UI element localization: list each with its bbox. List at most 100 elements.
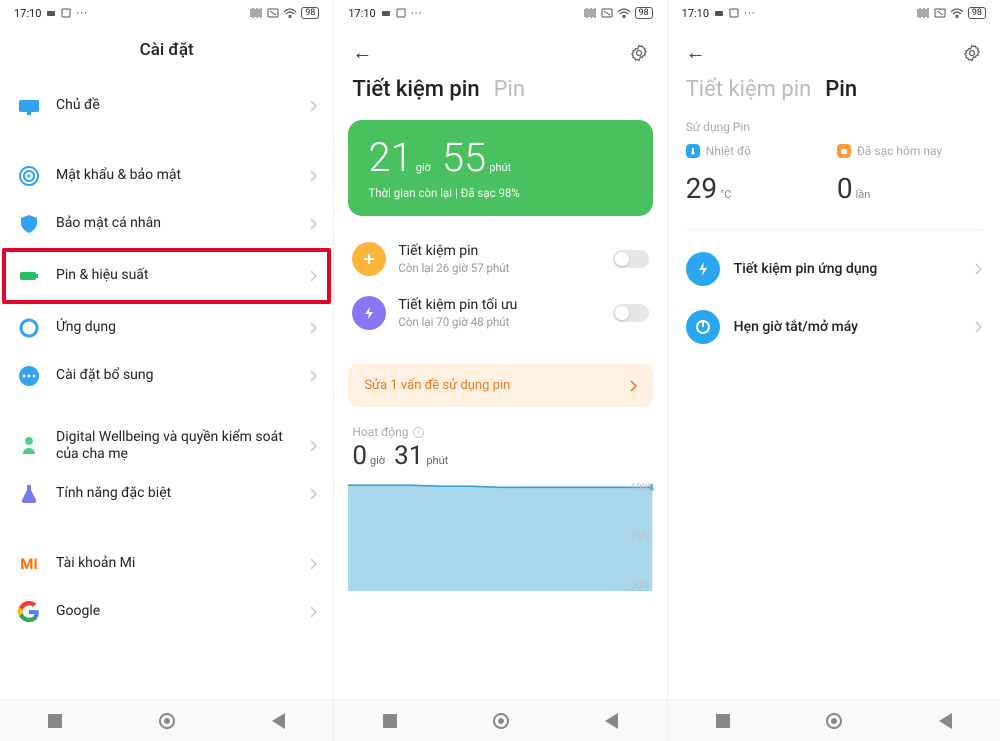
chevron-right-icon: [310, 270, 317, 282]
fingerprint-icon: [17, 164, 41, 188]
status-more-icon: ···: [411, 7, 423, 20]
activity-hours-unit: giờ: [370, 454, 385, 467]
settings-item-additional[interactable]: Cài đặt bổ sung: [6, 352, 327, 400]
settings-gear-icon[interactable]: [962, 43, 982, 63]
stat-unit: °C: [720, 188, 731, 201]
page-title: Cài đặt: [0, 26, 333, 82]
wifi-icon: [283, 8, 297, 18]
tab-battery[interactable]: Pin: [825, 77, 857, 102]
chevron-right-icon: [630, 380, 637, 392]
status-icon: [729, 8, 739, 18]
nav-recent-button[interactable]: [383, 714, 397, 728]
toggle-switch[interactable]: [613, 304, 649, 322]
settings-item-label: Cài đặt bổ sung: [56, 367, 296, 385]
settings-item-apps[interactable]: Ứng dụng: [6, 304, 327, 352]
chevron-right-icon: [310, 606, 317, 618]
flask-icon: [17, 482, 41, 506]
calendar-icon: [840, 147, 848, 155]
wifi-icon: [950, 8, 964, 18]
fix-banner-text: Sửa 1 vấn đề sử dụng pin: [364, 378, 510, 393]
plus-icon: [361, 251, 377, 267]
option-subtitle: Còn lại 26 giờ 57 phút: [398, 261, 509, 275]
status-bar: 17:10 ··· 98: [668, 0, 1000, 26]
battery-pct: 98: [968, 7, 986, 19]
tab-battery-saver[interactable]: Tiết kiệm pin: [686, 77, 812, 102]
settings-item-wellbeing[interactable]: Digital Wellbeing và quyền kiểm soát của…: [6, 422, 327, 470]
activity-label: Hoạt động: [352, 425, 408, 439]
nav-back-button[interactable]: [272, 713, 285, 729]
chevron-right-icon: [310, 322, 317, 334]
settings-item-google[interactable]: Google: [6, 588, 327, 636]
app-battery-saver-row[interactable]: Tiết kiệm pin ứng dụng: [668, 240, 1000, 298]
chevron-right-icon: [310, 488, 317, 500]
nav-home-button[interactable]: [826, 713, 842, 729]
gear-icon: [17, 316, 41, 340]
nav-bar: [0, 699, 333, 741]
wellbeing-icon: [17, 434, 41, 458]
chart-tick: 100%: [630, 483, 654, 494]
nav-home-button[interactable]: [493, 713, 509, 729]
status-bar: 17:10 ··· 98: [0, 0, 333, 26]
chevron-right-icon: [975, 321, 982, 333]
nav-back-button[interactable]: [605, 713, 618, 729]
stat-value: 29: [686, 172, 717, 205]
settings-item-label: Google: [56, 603, 296, 621]
settings-item-label: Tính năng đặc biệt: [56, 485, 296, 503]
option-title: Tiết kiệm pin: [398, 243, 509, 259]
stat-value: 0: [837, 172, 853, 205]
no-sim-icon: [267, 8, 279, 18]
status-time: 17:10: [14, 7, 41, 20]
activity-minutes: 31: [394, 441, 423, 471]
tab-battery-saver[interactable]: Tiết kiệm pin: [352, 77, 479, 102]
nav-recent-button[interactable]: [48, 714, 62, 728]
back-button[interactable]: ←: [352, 40, 372, 65]
settings-item-label: Bảo mật cá nhân: [56, 215, 296, 233]
chart-tick: 75%: [630, 532, 654, 543]
settings-gear-icon[interactable]: [629, 43, 649, 63]
chevron-right-icon: [310, 218, 317, 230]
minutes-unit: phút: [489, 161, 511, 174]
tab-row: Tiết kiệm pin Pin: [668, 71, 1000, 120]
stat-label: Đã sạc hôm nay: [857, 144, 942, 158]
settings-screen: 17:10 ··· 98 Cài đặt Chủ đề Mật khẩu & b…: [0, 0, 333, 741]
chevron-right-icon: [310, 558, 317, 570]
status-icon: [46, 8, 56, 18]
stat-charged-today: Đã sạc hôm nay 0 lần: [837, 144, 982, 205]
settings-item-mi-account[interactable]: MI Tài khoản Mi: [6, 540, 327, 588]
google-icon: [18, 601, 40, 623]
tab-battery[interactable]: Pin: [494, 77, 525, 102]
battery-pct: 98: [301, 7, 319, 19]
more-icon: [17, 364, 41, 388]
theme-icon: [17, 94, 41, 118]
back-button[interactable]: ←: [686, 40, 706, 65]
vibrate-icon: [916, 8, 930, 18]
status-icon: [61, 8, 71, 18]
settings-item-privacy[interactable]: Bảo mật cá nhân: [6, 200, 327, 248]
ultra-saver-toggle-row[interactable]: Tiết kiệm pin tối ưu Còn lại 70 giờ 48 p…: [334, 286, 666, 340]
remaining-hours: 21: [368, 138, 412, 178]
battery-stats: Nhiệt độ 29 °C Đã sạc hôm nay 0 lần: [668, 144, 1000, 229]
chevron-right-icon: [310, 100, 317, 112]
settings-item-password[interactable]: Mật khẩu & bảo mật: [6, 152, 327, 200]
status-time: 17:10: [348, 7, 375, 20]
settings-item-theme[interactable]: Chủ đề: [6, 82, 327, 130]
nav-home-button[interactable]: [159, 713, 175, 729]
battery-saver-toggle-row[interactable]: Tiết kiệm pin Còn lại 26 giờ 57 phút: [334, 232, 666, 286]
nav-recent-button[interactable]: [716, 714, 730, 728]
battery-icon: [17, 264, 41, 288]
section-label: Sử dụng Pin: [668, 120, 1000, 144]
chevron-right-icon: [310, 370, 317, 382]
no-sim-icon: [934, 8, 946, 18]
settings-item-battery[interactable]: Pin & hiệu suất: [6, 252, 327, 300]
fix-issues-banner[interactable]: Sửa 1 vấn đề sử dụng pin: [348, 364, 652, 407]
thermometer-icon: [689, 147, 697, 155]
status-icon: [381, 8, 391, 18]
settings-item-label: Chủ đề: [56, 97, 296, 115]
schedule-power-row[interactable]: Hẹn giờ tắt/mở máy: [668, 298, 1000, 356]
power-icon: [694, 318, 712, 336]
svg-text:?: ?: [416, 429, 420, 437]
nav-back-button[interactable]: [939, 713, 952, 729]
toggle-switch[interactable]: [613, 250, 649, 268]
settings-item-special[interactable]: Tính năng đặc biệt: [6, 470, 327, 518]
status-more-icon: ···: [744, 7, 756, 20]
